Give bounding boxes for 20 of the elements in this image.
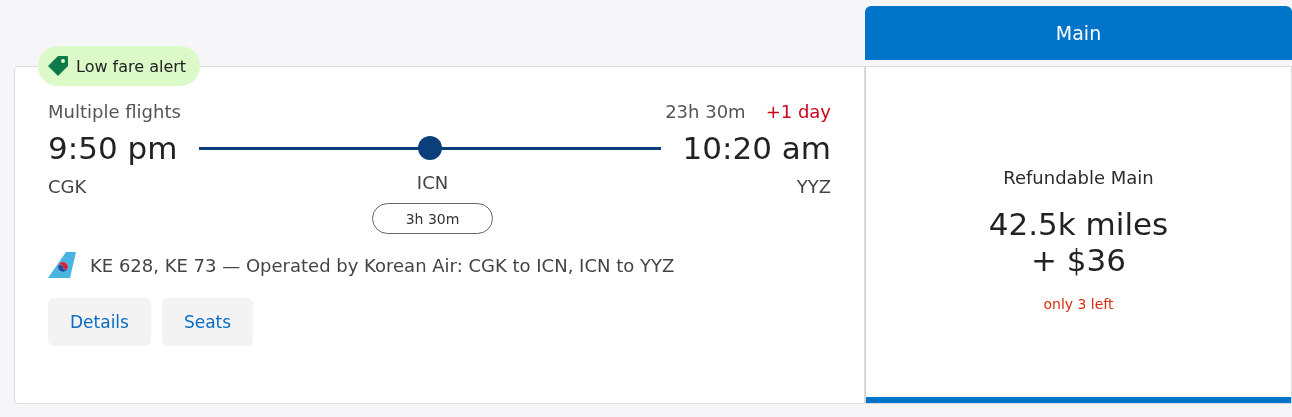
details-button[interactable]: Details [48, 298, 151, 346]
fare-column-header: Main [865, 6, 1292, 60]
departure-time: 9:50 pm [48, 130, 178, 166]
flight-summary: Multiple flights [48, 101, 181, 122]
total-duration: 23h 30m [665, 101, 746, 122]
fare-option[interactable]: Refundable Main 42.5k miles + $36 only 3 left [865, 66, 1292, 404]
fare-name: Refundable Main [1003, 166, 1154, 188]
badge-label: Low fare alert [76, 56, 187, 76]
airline-tail-icon [48, 252, 76, 278]
origin-code: CGK [48, 176, 87, 199]
stop-code: ICN [416, 172, 449, 193]
day-offset: +1 day [765, 101, 831, 122]
destination-code: YYZ [796, 176, 831, 199]
tag-icon [46, 54, 70, 78]
fare-miles: 42.5k miles [988, 205, 1169, 242]
arrival-time: 10:20 am [682, 130, 831, 166]
seats-button[interactable]: Seats [161, 298, 254, 346]
fare-cash: + $36 [1031, 241, 1126, 278]
operator-info: KE 628, KE 73 — Operated by Korean Air: CGK to ICN, ICN to YYZ [90, 254, 675, 276]
seats-left: only 3 left [1043, 295, 1114, 312]
